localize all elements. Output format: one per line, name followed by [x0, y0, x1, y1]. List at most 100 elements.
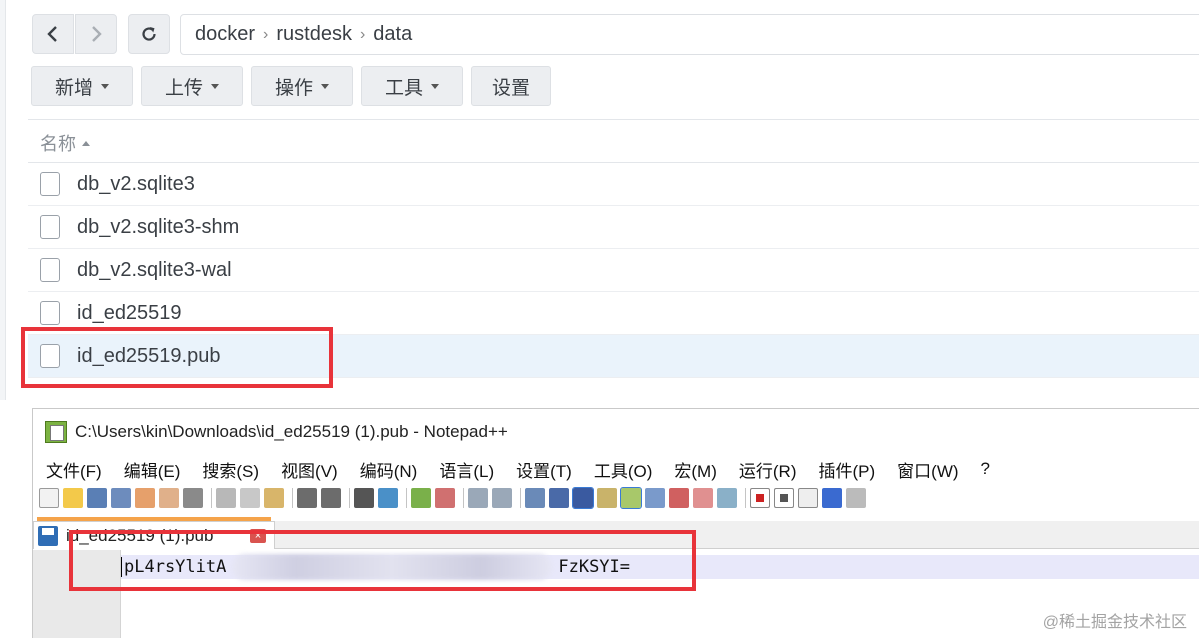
zoom-out-icon[interactable] [435, 488, 455, 508]
tools-button-label: 工具 [384, 77, 423, 99]
tools-button[interactable]: 工具 [361, 66, 463, 106]
file-name: db_v2.sqlite3-shm [77, 215, 240, 238]
upload-button[interactable]: 上传 [141, 66, 243, 106]
indent-guide-icon[interactable] [572, 487, 594, 509]
chevron-right-icon: › [263, 25, 269, 43]
menu-edit[interactable]: 编辑(E) [124, 457, 181, 482]
path-breadcrumb[interactable]: docker › rustdesk › data [180, 14, 1199, 55]
redo-icon[interactable] [321, 488, 341, 508]
settings-button-label: 设置 [491, 77, 530, 99]
file-row[interactable]: db_v2.sqlite3-shm [28, 206, 1199, 249]
settings-button[interactable]: 设置 [471, 66, 551, 106]
menu-encoding[interactable]: 编码(N) [360, 457, 418, 482]
highlight-box-key [69, 530, 696, 591]
new-file-icon[interactable] [39, 488, 59, 508]
menu-bar: 文件(F) 编辑(E) 搜索(S) 视图(V) 编码(N) 语言(L) 设置(T… [33, 455, 999, 483]
close-file-icon[interactable] [135, 488, 155, 508]
menu-view[interactable]: 视图(V) [281, 457, 338, 482]
close-all-icon[interactable] [159, 488, 179, 508]
file-name: db_v2.sqlite3-wal [77, 258, 232, 281]
menu-plugins[interactable]: 插件(P) [818, 457, 875, 482]
notepad-toolbar [33, 485, 1199, 511]
doc-list-icon[interactable] [645, 488, 665, 508]
new-button-label: 新增 [54, 77, 93, 99]
highlight-box-file [21, 327, 333, 388]
forward-button[interactable] [75, 14, 117, 54]
file-name: id_ed25519 [77, 301, 182, 324]
play-macro-icon[interactable] [798, 488, 818, 508]
cut-icon[interactable] [216, 488, 236, 508]
record-macro-icon[interactable] [750, 488, 770, 508]
caret-down-icon [211, 83, 219, 89]
toolbar-separator [520, 488, 521, 508]
toolbar-separator [292, 488, 293, 508]
back-button[interactable] [32, 14, 74, 54]
upload-button-label: 上传 [164, 77, 203, 99]
divider [28, 119, 1199, 120]
replace-icon[interactable] [378, 488, 398, 508]
saved-file-icon [38, 525, 58, 546]
new-button[interactable]: 新增 [31, 66, 133, 106]
window-title: C:\Users\kin\Downloads\id_ed25519 (1).pu… [75, 422, 508, 441]
monitor-icon[interactable] [717, 488, 737, 508]
file-icon [40, 301, 60, 325]
menu-tools[interactable]: 工具(O) [594, 457, 653, 482]
chevron-right-icon [92, 26, 102, 42]
menu-language[interactable]: 语言(L) [439, 457, 494, 482]
menu-help[interactable]: ? [981, 459, 990, 479]
refresh-button[interactable] [128, 14, 170, 54]
file-row[interactable]: db_v2.sqlite3-wal [28, 249, 1199, 292]
breadcrumb-rustdesk[interactable]: rustdesk [276, 23, 352, 46]
save-all-icon[interactable] [111, 488, 131, 508]
toolbar-separator [349, 488, 350, 508]
menu-run[interactable]: 运行(R) [739, 457, 797, 482]
doc-map-icon[interactable] [620, 487, 642, 509]
menu-file[interactable]: 文件(F) [46, 457, 102, 482]
zoom-in-icon[interactable] [411, 488, 431, 508]
file-icon [40, 172, 60, 196]
notepad-window: C:\Users\kin\Downloads\id_ed25519 (1).pu… [32, 408, 1199, 638]
caret-down-icon [431, 83, 439, 89]
run-multiple-macro-icon[interactable] [822, 488, 842, 508]
refresh-icon [142, 27, 156, 41]
toolbar-separator [211, 488, 212, 508]
name-column-label: 名称 [40, 134, 76, 154]
menu-settings[interactable]: 设置(T) [516, 457, 572, 482]
toolbar-separator [745, 488, 746, 508]
find-icon[interactable] [354, 488, 374, 508]
word-wrap-icon[interactable] [525, 488, 545, 508]
action-button-label: 操作 [274, 77, 313, 99]
folder-workspace-icon[interactable] [693, 488, 713, 508]
watermark: @稀土掘金技术社区 [1042, 614, 1187, 631]
notepad-app-icon [45, 421, 67, 443]
menu-search[interactable]: 搜索(S) [202, 457, 259, 482]
menu-window[interactable]: 窗口(W) [897, 457, 958, 482]
breadcrumb-data[interactable]: data [373, 23, 412, 46]
print-icon[interactable] [183, 488, 203, 508]
undo-icon[interactable] [297, 488, 317, 508]
function-list-icon[interactable] [669, 488, 689, 508]
toolbar-separator [463, 488, 464, 508]
notepad-titlebar[interactable]: C:\Users\kin\Downloads\id_ed25519 (1).pu… [33, 409, 1199, 455]
file-icon [40, 258, 60, 282]
open-folder-icon[interactable] [63, 488, 83, 508]
stop-macro-icon[interactable] [774, 488, 794, 508]
save-macro-icon[interactable] [846, 488, 866, 508]
sync-h-icon[interactable] [492, 488, 512, 508]
file-row[interactable]: db_v2.sqlite3 [28, 163, 1199, 206]
name-column-header[interactable]: 名称 [40, 130, 90, 156]
action-button[interactable]: 操作 [251, 66, 353, 106]
sync-v-icon[interactable] [468, 488, 488, 508]
paste-icon[interactable] [264, 488, 284, 508]
lang-icon[interactable] [597, 488, 617, 508]
file-icon [40, 215, 60, 239]
breadcrumb-docker[interactable]: docker [195, 23, 255, 46]
copy-icon[interactable] [240, 488, 260, 508]
menu-macro[interactable]: 宏(M) [674, 457, 716, 482]
file-name: db_v2.sqlite3 [77, 172, 195, 195]
left-edge [0, 0, 6, 400]
toolbar-separator [406, 488, 407, 508]
show-all-chars-icon[interactable] [549, 488, 569, 508]
save-icon[interactable] [87, 488, 107, 508]
chevron-right-icon: › [359, 25, 366, 43]
